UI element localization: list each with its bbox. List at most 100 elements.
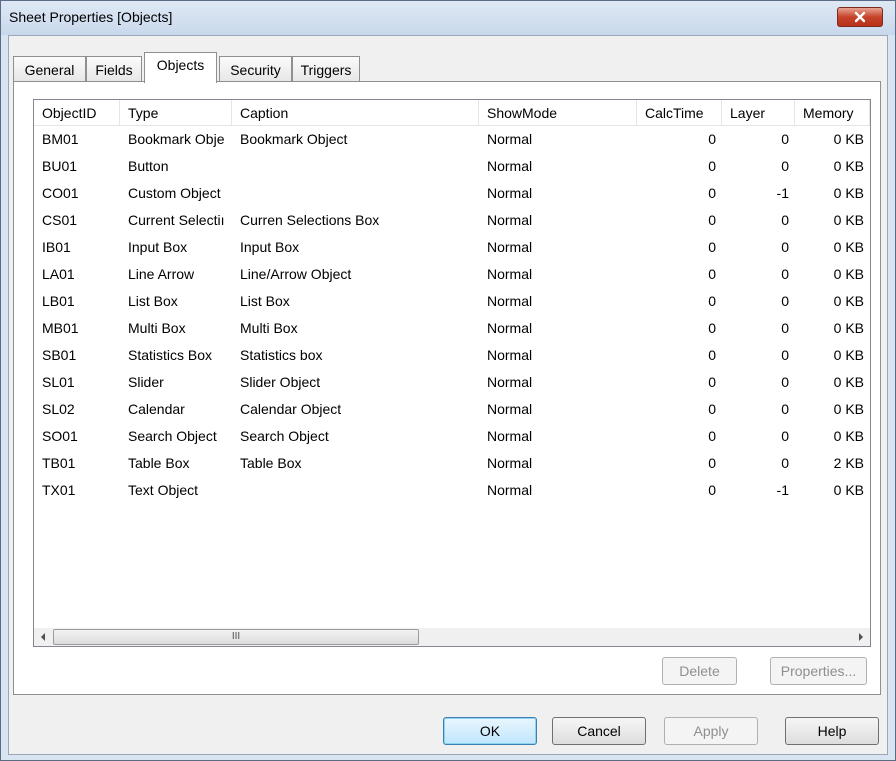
objects-list[interactable]: ObjectID Type Caption ShowMode CalcTime Layer… [33, 99, 871, 647]
cell-calctime: 0 [708, 131, 716, 147]
column-header-calctime[interactable]: CalcTime [637, 100, 722, 126]
tab-objects[interactable]: Objects [144, 52, 217, 83]
column-header-type[interactable]: Type [120, 100, 232, 126]
cell-objectid: IB01 [42, 239, 71, 255]
cell-type: Table Box [128, 455, 190, 471]
cell-showmode: Normal [487, 347, 533, 363]
column-header-showmode[interactable]: ShowMode [479, 100, 637, 126]
cell-caption [240, 478, 479, 505]
cell-type: Custom Object [128, 185, 221, 201]
table-row[interactable]: LB01 List Box List Box Normal 0 0 0 KB [34, 289, 870, 316]
table-row[interactable]: SL01 Slider Slider Object Normal 0 0 0 KB [34, 370, 870, 397]
column-header-objectid[interactable]: ObjectID [34, 100, 120, 126]
cell-layer: 0 [781, 455, 789, 471]
cell-type: Slider [128, 374, 164, 390]
properties-button[interactable]: Properties... [770, 657, 867, 685]
cell-type: Statistics Box [128, 347, 213, 363]
cell-memory: 0 KB [833, 401, 864, 417]
cell-memory: 0 KB [833, 185, 864, 201]
cell-calctime: 0 [708, 212, 716, 228]
cell-memory: 0 KB [833, 428, 864, 444]
cell-layer: 0 [781, 239, 789, 255]
cell-memory: 0 KB [833, 347, 864, 363]
scroll-right-button[interactable] [852, 628, 869, 646]
title-bar[interactable]: Sheet Properties [Objects] [1, 1, 895, 35]
tab-security[interactable]: Security [219, 56, 292, 82]
table-row[interactable]: BM01 Bookmark Obje Bookmark Object Normal 0 0… [34, 127, 870, 154]
list-header: ObjectID Type Caption ShowMode CalcTime Layer… [34, 100, 870, 126]
cell-type: Input Box [128, 239, 188, 255]
scroll-thumb[interactable]: III [53, 629, 419, 645]
tab-general[interactable]: General [13, 56, 86, 82]
cell-memory: 2 KB [833, 455, 864, 471]
close-button[interactable] [837, 7, 883, 27]
cell-type: Current Selectiı [128, 212, 225, 228]
cell-layer: 0 [781, 401, 789, 417]
cell-showmode: Normal [487, 158, 533, 174]
delete-button[interactable]: Delete [662, 657, 737, 685]
cell-type: Search Object [128, 428, 217, 444]
cell-caption: Table Box [240, 455, 302, 471]
cell-showmode: Normal [487, 293, 533, 309]
arrow-right-icon [858, 633, 863, 641]
cell-caption [240, 154, 479, 181]
cell-calctime: 0 [708, 185, 716, 201]
column-header-memory[interactable]: Memory [795, 100, 870, 126]
table-row[interactable]: TB01 Table Box Table Box Normal 0 0 2 KB [34, 451, 870, 478]
cell-layer: -1 [776, 482, 789, 498]
apply-button[interactable]: Apply [664, 717, 758, 745]
cell-objectid: LA01 [42, 266, 75, 282]
cell-objectid: SO01 [42, 428, 78, 444]
cell-layer: 0 [781, 266, 789, 282]
cell-memory: 0 KB [833, 212, 864, 228]
cell-objectid: CO01 [42, 185, 79, 201]
table-row[interactable]: TX01 Text Object Normal 0 -1 0 KB [34, 478, 870, 505]
cell-objectid: SL02 [42, 401, 75, 417]
table-row[interactable]: LA01 Line Arrow Line/Arrow Object Normal 0 0 0… [34, 262, 870, 289]
horizontal-scrollbar[interactable]: III [34, 628, 870, 646]
cell-calctime: 0 [708, 320, 716, 336]
cell-memory: 0 KB [833, 374, 864, 390]
table-row[interactable]: CO01 Custom Object Normal 0 -1 0 KB [34, 181, 870, 208]
cell-calctime: 0 [708, 455, 716, 471]
cell-objectid: SL01 [42, 374, 75, 390]
cell-showmode: Normal [487, 239, 533, 255]
table-row[interactable]: SB01 Statistics Box Statistics box Normal 0 0… [34, 343, 870, 370]
cell-caption: Input Box [240, 239, 300, 255]
cell-objectid: LB01 [42, 293, 75, 309]
cell-calctime: 0 [708, 401, 716, 417]
cell-layer: 0 [781, 374, 789, 390]
scroll-left-button[interactable] [34, 628, 51, 646]
cell-caption: Line/Arrow Object [240, 266, 352, 282]
cell-showmode: Normal [487, 374, 533, 390]
ok-button[interactable]: OK [443, 717, 537, 745]
table-row[interactable]: SL02 Calendar Calendar Object Normal 0 0 0 KB [34, 397, 870, 424]
tab-triggers[interactable]: Triggers [292, 56, 360, 82]
dialog-client: General Fields Objects Security Triggers… [8, 35, 888, 755]
cell-objectid: SB01 [42, 347, 77, 363]
cell-memory: 0 KB [833, 239, 864, 255]
cell-layer: 0 [781, 428, 789, 444]
cell-calctime: 0 [708, 347, 716, 363]
cell-showmode: Normal [487, 320, 533, 336]
table-row[interactable]: MB01 Multi Box Multi Box Normal 0 0 0 KB [34, 316, 870, 343]
cell-caption: Statistics box [240, 347, 323, 363]
help-button[interactable]: Help [785, 717, 879, 745]
cell-type: Line Arrow [128, 266, 195, 282]
column-header-layer[interactable]: Layer [722, 100, 795, 126]
cell-caption: Curren Selections Box [240, 212, 380, 228]
cell-calctime: 0 [708, 374, 716, 390]
table-row[interactable]: BU01 Button Normal 0 0 0 KB [34, 154, 870, 181]
tab-fields[interactable]: Fields [86, 56, 142, 82]
arrow-left-icon [40, 633, 45, 641]
cell-memory: 0 KB [833, 320, 864, 336]
objects-panel: ObjectID Type Caption ShowMode CalcTime Layer… [13, 81, 881, 695]
table-row[interactable]: CS01 Current Selectiı Curren Selections Bo… [34, 208, 870, 235]
table-row[interactable]: IB01 Input Box Input Box Normal 0 0 0 KB [34, 235, 870, 262]
table-row[interactable]: SO01 Search Object Search Object Normal 0 0 0 … [34, 424, 870, 451]
column-header-caption[interactable]: Caption [232, 100, 479, 126]
cancel-button[interactable]: Cancel [552, 717, 646, 745]
cell-caption: List Box [240, 293, 290, 309]
cell-calctime: 0 [708, 158, 716, 174]
cell-showmode: Normal [487, 266, 533, 282]
